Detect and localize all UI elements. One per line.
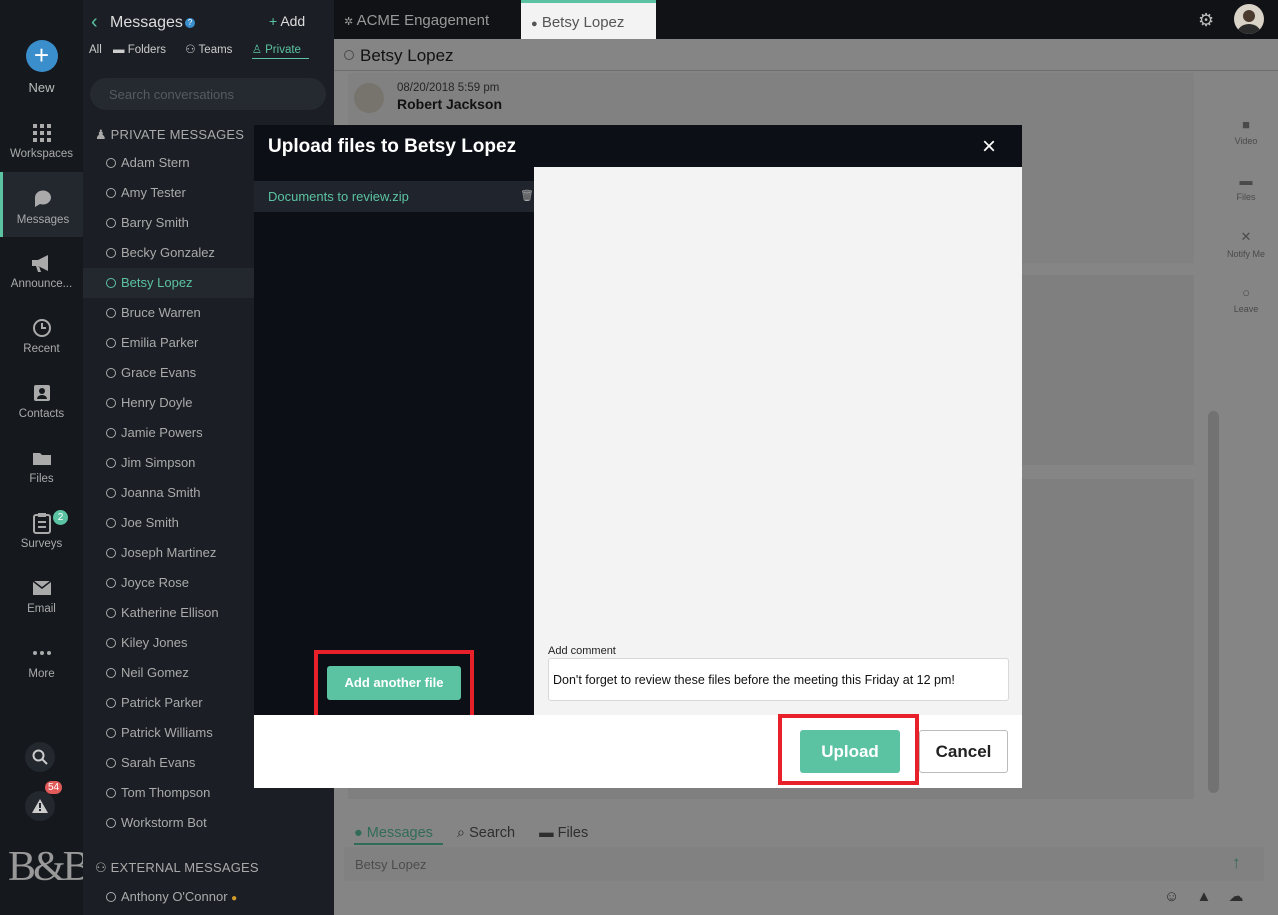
file-item[interactable]: Documents to review.zip 🗑 [254,181,534,212]
rail-item-more[interactable]: More [0,638,83,703]
alerts-button[interactable]: 54 [25,781,63,821]
user-avatar[interactable] [1234,4,1264,34]
rail-item-announcements[interactable]: Announce... [0,248,83,313]
file-preview [534,167,1022,715]
rail-item-contacts[interactable]: Contacts [0,378,83,443]
rail-label: Announce... [10,278,73,290]
file-name: Documents to review.zip [268,189,409,204]
rail-label: Messages [16,214,70,226]
dialog-title: Upload files to Betsy Lopez [268,136,517,157]
close-icon[interactable]: × [982,133,996,161]
gear-icon: ✲ [344,16,354,28]
history-icon [0,313,83,343]
plus-icon: + [25,40,58,72]
rail-label: Workspaces [9,148,74,160]
left-rail: + New Workspaces Messages Announce... Re… [0,0,91,915]
tab-betsy-lopez[interactable]: ● Betsy Lopez [521,0,656,39]
chat-icon: ● [531,18,538,30]
rail-item-files[interactable]: Files [0,443,83,508]
rail-label: Recent [23,343,60,355]
rail-label: Email [27,603,56,615]
rail-label: More [28,668,55,680]
rail-item-messages[interactable]: Messages [0,172,83,237]
upload-button[interactable]: Upload [800,730,900,773]
contacts-icon [0,378,83,408]
company-logo: B&B [8,844,91,890]
search-icon [32,749,48,765]
add-another-file-button[interactable]: Add another file [327,666,461,700]
envelope-icon [0,573,83,603]
upload-files-dialog: Upload files to Betsy Lopez × Documents … [254,125,1022,788]
survey-icon [0,508,83,538]
new-button[interactable]: + New [0,40,83,95]
ellipsis-icon [0,638,83,668]
warning-icon [32,799,48,813]
rail-label: Surveys [20,538,63,550]
grid-icon [0,118,83,148]
rail-label: Contacts [18,408,65,420]
surveys-badge: 2 [53,510,68,525]
rail-item-recent[interactable]: Recent [0,313,83,378]
new-label: New [28,80,55,95]
file-list: Documents to review.zip 🗑 [254,167,534,715]
comment-label: Add comment [548,645,616,657]
top-bar: ✲ ACME Engagement ● Betsy Lopez ⚙ [334,0,1278,39]
global-search-button[interactable] [25,742,55,772]
dialog-header: Upload files to Betsy Lopez × [254,125,1022,167]
cancel-button[interactable]: Cancel [919,730,1008,773]
alerts-badge: 54 [45,781,63,794]
folder-icon [0,443,83,473]
rail-label: Files [29,473,54,485]
rail-item-email[interactable]: Email [0,573,83,638]
tab-acme-engagement[interactable]: ✲ ACME Engagement [334,0,520,39]
chat-icon [3,184,83,214]
trash-icon[interactable]: 🗑 [520,189,534,202]
rail-item-surveys[interactable]: 2 Surveys [0,508,83,573]
megaphone-icon [0,248,83,278]
comment-input[interactable]: Don't forget to review these files befor… [548,658,1009,701]
settings-gear-icon[interactable]: ⚙ [1198,10,1214,31]
